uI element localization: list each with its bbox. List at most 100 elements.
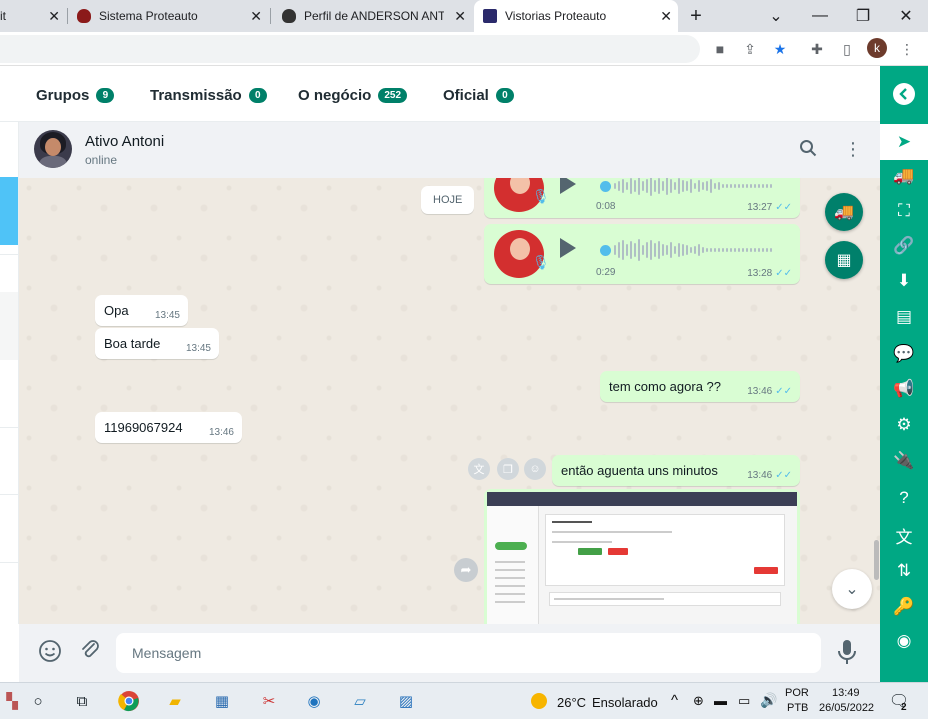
incoming-message[interactable]: 11969067924 13:46 [95,412,242,443]
contact-name[interactable]: Ativo Antoni [85,133,164,150]
phone-link[interactable]: 11969067924 [104,420,183,435]
new-tab-button[interactable]: + [676,0,716,32]
tab-search-button[interactable]: ⌄ [756,0,796,32]
waveform[interactable] [614,178,779,200]
link-icon[interactable]: 🔗 [890,233,918,259]
contacts-icon[interactable]: ▤ [890,304,918,330]
calendar-button[interactable]: ▦ [825,241,863,279]
chevron-down-icon: ⌄ [845,581,859,598]
more-vert-icon[interactable]: ⋮ [844,139,862,160]
incoming-message[interactable]: Opa 13:45 [95,295,188,326]
attach-icon[interactable] [78,638,102,668]
truck-icon[interactable]: 🚚 [890,163,918,189]
copy-icon[interactable]: ❐ [497,458,519,480]
chrome-icon[interactable] [117,689,141,713]
chevron-up-icon[interactable]: ^ [671,692,678,709]
translate-icon[interactable]: 文 [890,522,918,548]
calculator-icon[interactable]: ▦ [210,689,234,713]
webhook-icon[interactable]: ⚙ [890,412,918,438]
browser-tab-4[interactable]: Vistorias Proteauto ✕ [474,0,678,32]
download-icon[interactable]: ⬇ [890,268,918,294]
browser-tab-1[interactable]: it ✕ [0,0,66,32]
task-view-icon[interactable]: ⧉ [70,689,94,713]
key-icon[interactable]: 🔑 [890,594,918,620]
thumb-red-button [754,567,778,574]
network-icon[interactable]: ▭ [738,693,750,709]
device-icon[interactable]: ⊕ [693,693,704,709]
message-input-box[interactable] [116,633,821,673]
app-icon[interactable]: ▚ [0,689,24,713]
restore-button[interactable]: ❐ [843,0,883,32]
address-bar[interactable] [0,35,700,63]
browser-tab-3[interactable]: Perfil de ANDERSON ANTONIO ✕ [272,0,472,32]
browser-tab-2[interactable]: Sistema Proteauto ✕ [68,0,268,32]
tab-grupos[interactable]: Grupos 9 [36,87,115,104]
battery-icon[interactable]: ▬ [714,693,727,708]
tab-o-negocio[interactable]: O negócio 252 [298,87,408,104]
star-icon[interactable]: ★ [770,39,790,59]
account-icon[interactable]: ◉ [890,628,918,654]
tab-transmissao[interactable]: Transmissão 0 [150,87,267,104]
tab-close-icon[interactable]: ✕ [48,8,60,25]
image-thumbnail[interactable] [487,492,797,624]
chat-list-highlight[interactable] [0,177,18,245]
camera-icon[interactable]: ■ [710,39,730,59]
microphone-icon[interactable] [837,639,857,671]
scroll-down-button[interactable]: ⌄ [832,569,872,609]
waveform[interactable] [614,236,779,264]
scan-icon[interactable]: ⛶ [890,198,918,224]
voice-message[interactable]: 🎙 0:29 13:28 ✓✓ [484,224,800,284]
tab-close-icon[interactable]: ✕ [660,8,672,25]
progress-dot[interactable] [600,181,611,192]
incoming-message[interactable]: Boa tarde 13:45 [95,328,219,359]
tab-close-icon[interactable]: ✕ [454,8,466,25]
volume-icon[interactable]: 🔊 [760,692,777,709]
share-icon[interactable]: ⇪ [740,39,760,59]
collapse-button[interactable] [890,81,918,107]
play-icon[interactable] [560,238,576,258]
tab-oficial[interactable]: Oficial 0 [443,87,514,104]
photos-icon[interactable]: ▨ [394,689,418,713]
more-vert-icon[interactable]: ⋮ [897,39,917,59]
tab-close-icon[interactable]: ✕ [250,8,262,25]
image-message[interactable] [484,489,800,624]
outgoing-message[interactable]: tem como agora ?? 13:46 ✓✓ [600,371,800,402]
teamviewer-icon[interactable]: ◉ [302,689,326,713]
chat-icon[interactable]: 💬 [890,341,918,367]
emoji-icon[interactable]: ☺ [524,458,546,480]
emoji-icon[interactable] [38,639,62,669]
folder-icon[interactable]: ▰ [163,689,187,713]
message-input[interactable] [116,633,821,673]
import-export-icon[interactable]: ⇅ [890,558,918,584]
play-icon[interactable] [560,178,576,194]
notepad-icon[interactable]: ▱ [348,689,372,713]
clock-time[interactable]: 13:49 [832,687,860,699]
side-panel-icon[interactable]: ▯ [837,39,857,59]
voice-message[interactable]: 🎙 0:08 13:27 ✓✓ [484,178,800,218]
outgoing-message[interactable]: então aguenta uns minutos 13:46 ✓✓ [552,455,800,486]
contact-avatar[interactable] [34,130,72,168]
chat-list-item[interactable] [0,292,18,360]
chat-scrollbar[interactable] [874,540,879,580]
help-icon[interactable]: ? [890,485,918,511]
notification-icon[interactable]: 🗨 [887,689,911,713]
megaphone-icon[interactable]: 📢 [890,376,918,402]
language-top[interactable]: POR [785,687,809,699]
close-window-button[interactable]: ✕ [886,0,926,32]
search-circle-icon[interactable]: ○ [26,689,50,713]
send-icon[interactable]: ➤ [890,129,918,155]
progress-dot[interactable] [600,245,611,256]
language-bottom[interactable]: PTB [787,702,808,714]
translate-icon[interactable]: 文 [468,458,490,480]
search-icon[interactable] [799,139,817,162]
extensions-icon[interactable]: ✚ [807,39,827,59]
profile-avatar[interactable]: k [867,38,887,58]
snipping-icon[interactable]: ✂ [257,689,281,713]
weather-temp[interactable]: 26°C [557,695,586,710]
forward-icon[interactable]: ➦ [454,558,478,582]
minimize-button[interactable]: — [800,0,840,32]
clock-date[interactable]: 26/05/2022 [819,702,874,714]
truck-button[interactable]: 🚚 [825,193,863,231]
plug-icon[interactable]: 🔌 [890,448,918,474]
weather-desc[interactable]: Ensolarado [592,695,658,710]
